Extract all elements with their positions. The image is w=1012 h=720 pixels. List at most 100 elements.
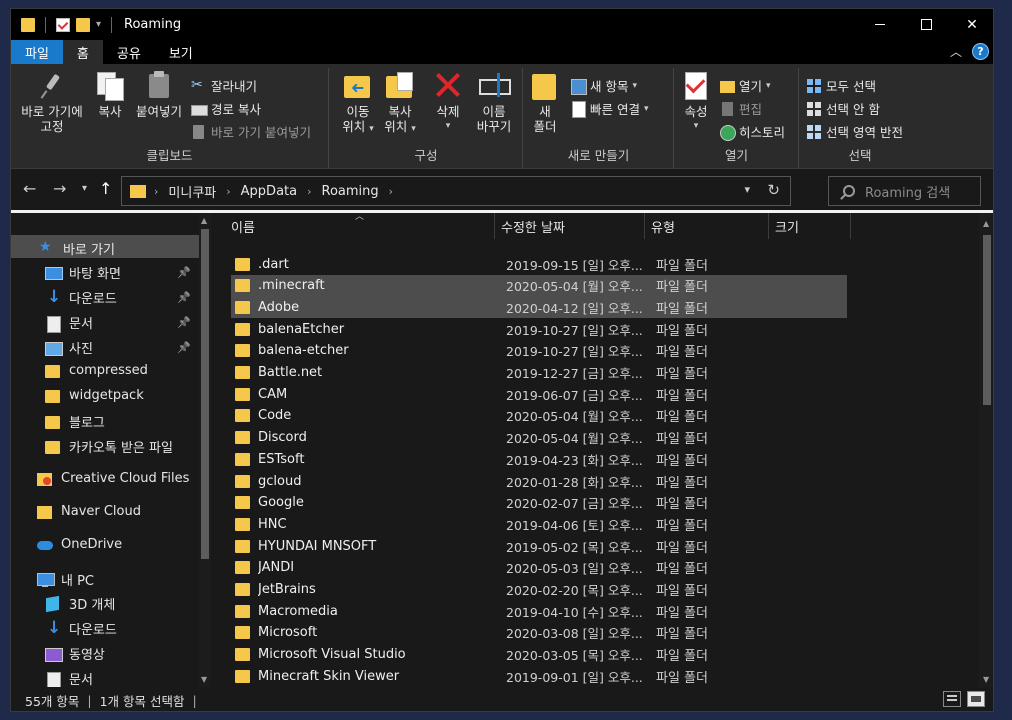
tab-view[interactable]: 보기 [155,40,207,64]
minimize-button[interactable] [857,9,903,40]
edit-button[interactable]: 편집 [719,99,762,118]
large-icons-view-icon[interactable] [967,691,985,707]
pin-icon[interactable]: 📌 [177,341,191,354]
nav-onedrive[interactable]: OneDrive [37,537,122,552]
file-row[interactable]: ESTsoft 2019-04-23 [화] 오후... 파일 폴더 [231,448,847,470]
file-row[interactable]: .dart 2019-09-15 [일] 오후... 파일 폴더 [231,253,847,275]
select-none-button[interactable]: 선택 안 함 [806,99,880,118]
address-bar[interactable]: › 미니쿠파 › AppData › Roaming › ▾ ↻ [121,176,791,206]
breadcrumb-item[interactable]: 미니쿠파 [168,182,216,201]
copy-to-button[interactable]: 복사 위치 ▾ [380,70,420,137]
nav-pc-documents[interactable]: 문서 [45,669,93,687]
nav-this-pc[interactable]: 내 PC [37,570,94,589]
select-all-button[interactable]: 모두 선택 [806,76,876,95]
nav-naver-cloud[interactable]: Naver Cloud [37,504,141,519]
properties-quick-icon[interactable] [56,17,70,32]
open-button[interactable]: 열기 ▾ [719,76,771,95]
collapse-ribbon-icon[interactable]: ︿ [950,43,962,60]
forward-arrow-icon[interactable]: → [53,179,66,198]
file-row[interactable]: CAM 2019-06-07 [금] 오후... 파일 폴더 [231,383,847,405]
nav-quick-item[interactable]: 다운로드 📌 [45,287,191,308]
nav-quick-item[interactable]: 블로그 [45,412,191,431]
rename-button[interactable]: 이름 바꾸기 [472,70,516,134]
file-row[interactable]: JetBrains 2020-02-20 [목] 오후... 파일 폴더 [231,579,847,601]
nav-quick-access[interactable]: 바로 가기 [39,239,115,259]
history-button[interactable]: 히스토리 [719,122,785,141]
nav-quick-item[interactable]: widgetpack [45,388,191,403]
column-name[interactable]: ︿ 이름 [211,213,495,239]
back-arrow-icon[interactable]: ← [23,179,36,198]
file-row[interactable]: HYUNDAI MNSOFT 2019-05-02 [목] 오후... 파일 폴더 [231,535,847,557]
up-arrow-icon[interactable]: ↑ [99,179,112,198]
customize-toolbar-dropdown-icon[interactable]: ▾ [96,19,101,30]
pin-icon[interactable]: 📌 [177,316,191,329]
file-list-scrollbar-thumb[interactable] [983,235,991,405]
column-date[interactable]: 수정한 날짜 [495,213,645,239]
file-row[interactable]: balenaEtcher 2019-10-27 [일] 오후... 파일 폴더 [231,318,847,340]
pin-icon[interactable]: 📌 [177,291,191,304]
nav-scrollbar[interactable]: ▲ ▼ [199,213,211,687]
file-row[interactable]: Battle.net 2019-12-27 [금] 오후... 파일 폴더 [231,362,847,384]
tab-file[interactable]: 파일 [11,40,63,64]
properties-button[interactable]: 속성 ▾ [679,70,713,134]
file-row[interactable]: Microsoft 2020-03-08 [일] 오후... 파일 폴더 [231,622,847,644]
easy-access-button[interactable]: 빠른 연결 ▾ [570,99,649,118]
nav-quick-item[interactable]: compressed [45,363,191,378]
file-row[interactable]: balena-etcher 2019-10-27 [일] 오후... 파일 폴더 [231,340,847,362]
details-view-icon[interactable] [943,691,961,707]
nav-quick-item[interactable]: 바탕 화면 📌 [45,263,191,282]
pin-quick-access-button[interactable]: 바로 가기에 고정 [17,70,87,134]
new-folder-button[interactable]: 새 폴더 [530,70,560,134]
cut-button[interactable]: 잘라내기 [191,76,257,95]
new-item-button[interactable]: 새 항목 ▾ [570,76,637,95]
column-type[interactable]: 유형 [645,213,769,239]
tab-share[interactable]: 공유 [103,40,155,64]
file-row[interactable]: Discord 2020-05-04 [월] 오후... 파일 폴더 [231,427,847,449]
refresh-icon[interactable]: ↻ [767,181,780,199]
maximize-button[interactable] [903,9,949,40]
tab-home[interactable]: 홈 [62,40,103,64]
file-row[interactable]: Minecraft Skin Viewer 2019-09-01 [일] 오후..… [231,665,847,687]
invert-selection-button[interactable]: 선택 영역 반전 [806,122,903,141]
search-input[interactable]: Roaming 검색 [828,176,981,206]
recent-locations-chevron-icon[interactable]: ▾ [82,183,87,194]
scroll-up-icon[interactable]: ▲ [201,216,207,225]
file-row[interactable]: Adobe 2020-04-12 [일] 오후... 파일 폴더 [231,296,847,319]
scroll-up-icon[interactable]: ▲ [983,219,989,228]
file-row[interactable]: JANDI 2020-05-03 [일] 오후... 파일 폴더 [231,557,847,579]
nav-quick-item[interactable]: 사진 📌 [45,338,191,357]
folder-icon [235,387,250,401]
nav-creative-cloud[interactable]: Creative Cloud Files [37,471,189,486]
nav-quick-item[interactable]: 카카오톡 받은 파일 [45,437,191,456]
close-button[interactable]: ✕ [949,9,993,40]
column-size[interactable]: 크기 [769,213,851,239]
file-row[interactable]: gcloud 2020-01-28 [화] 오후... 파일 폴더 [231,470,847,492]
nav-quick-item[interactable]: 문서 📌 [45,313,191,333]
file-row[interactable]: Code 2020-05-04 [월] 오후... 파일 폴더 [231,405,847,427]
copy-button[interactable]: 복사 [93,70,127,119]
help-icon[interactable]: ? [972,43,989,60]
item-count: 55개 항목 [25,693,80,709]
paste-shortcut-button[interactable]: 바로 가기 붙여넣기 [191,122,311,141]
pin-icon[interactable]: 📌 [177,266,191,279]
new-folder-quick-icon[interactable] [76,17,90,32]
file-row[interactable]: .minecraft 2020-05-04 [월] 오후... 파일 폴더 [231,274,847,297]
file-row[interactable]: Microsoft Visual Studio 2020-03-05 [목] 오후… [231,644,847,666]
nav-pc-downloads[interactable]: 다운로드 [45,618,117,639]
nav-scrollbar-thumb[interactable] [201,229,209,559]
nav-pc-3d-objects[interactable]: 3D 개체 [45,594,115,613]
breadcrumb-item[interactable]: AppData [241,184,297,199]
file-row[interactable]: Google 2020-02-07 [금] 오후... 파일 폴더 [231,492,847,514]
scroll-down-icon[interactable]: ▼ [983,675,989,684]
scroll-down-icon[interactable]: ▼ [201,675,207,684]
delete-button[interactable]: 삭제 ▾ [431,70,465,134]
move-to-button[interactable]: 이동 위치 ▾ [338,70,378,137]
address-history-chevron-icon[interactable]: ▾ [744,183,750,196]
nav-pc-videos[interactable]: 동영상 [45,644,105,663]
file-list-scrollbar[interactable]: ▲ ▼ [979,213,993,687]
file-row[interactable]: Macromedia 2019-04-10 [수] 오후... 파일 폴더 [231,600,847,622]
copy-path-button[interactable]: 경로 복사 [191,99,261,118]
breadcrumb-item[interactable]: Roaming [322,184,379,199]
file-row[interactable]: HNC 2019-04-06 [토] 오후... 파일 폴더 [231,513,847,535]
paste-button[interactable]: 붙여넣기 [133,70,185,119]
